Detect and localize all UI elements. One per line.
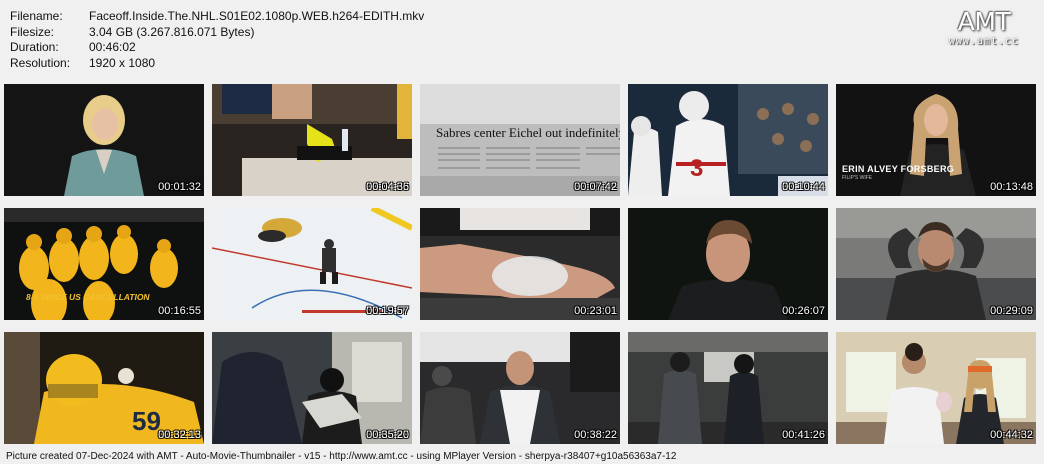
lower-third-name: ERIN ALVEY FORSBERG: [842, 164, 955, 174]
svg-text:59: 59: [132, 406, 161, 436]
frame-predators-player: 59: [4, 332, 204, 444]
resolution-label: Resolution:: [10, 55, 71, 70]
frame-hand-ice: [420, 208, 620, 320]
frame-woman-interview: [4, 84, 204, 196]
frame-ice-goal: [212, 208, 412, 320]
frame-team-celebration: [4, 208, 204, 320]
frame-man-relaxing: [836, 208, 1036, 320]
footer-credit: Picture created 07-Dec-2024 with AMT - A…: [6, 451, 677, 462]
timestamp: 00:38:22: [574, 429, 617, 441]
thumbnail-5[interactable]: ERIN ALVEY FORSBERG FILIP'S WIFE 00:13:4…: [836, 84, 1036, 196]
file-info: Filename: Faceoff.Inside.The.NHL.S01E02.1…: [10, 9, 424, 71]
thumbnail-11[interactable]: 59 00:32:13: [4, 332, 204, 444]
overlay-caption: 8-0 SINCE US CANCELLATION: [26, 292, 150, 302]
frame-taping-stick: [212, 84, 412, 196]
frame-family-home: [836, 332, 1036, 444]
frame-locker-room: [420, 332, 620, 444]
timestamp: 00:16:55: [158, 305, 201, 317]
timestamp: 00:32:13: [158, 429, 201, 441]
thumbnail-13[interactable]: 00:38:22: [420, 332, 620, 444]
frame-man-interview: [628, 208, 828, 320]
logo-title: AMT: [957, 7, 1011, 36]
thumbnail-1[interactable]: 00:01:32: [4, 84, 204, 196]
thumbnail-6[interactable]: 8-0 SINCE US CANCELLATION 00:16:55: [4, 208, 204, 320]
filesize-label: Filesize:: [10, 24, 55, 39]
thumbnail-8[interactable]: 00:23:01: [420, 208, 620, 320]
frame-tunnel-walk: [628, 332, 828, 444]
thumbnail-2[interactable]: 00:04:36: [212, 84, 412, 196]
timestamp: 00:04:36: [366, 181, 409, 193]
filename-label: Filename:: [10, 9, 63, 23]
timestamp: 00:41:26: [782, 429, 825, 441]
thumbnail-9[interactable]: 00:26:07: [628, 208, 828, 320]
thumbnail-12[interactable]: 00:35:20: [212, 332, 412, 444]
timestamp: 00:10:44: [782, 181, 825, 193]
newspaper-headline: Sabres center Eichel out indefinitely: [436, 125, 620, 140]
logo-url: www.amt.cc: [948, 36, 1020, 47]
timestamp: 00:01:32: [158, 181, 201, 193]
thumbnail-14[interactable]: 00:41:26: [628, 332, 828, 444]
frame-signing-photo: [212, 332, 412, 444]
duration-value: 00:46:02: [89, 40, 136, 54]
timestamp: 00:13:48: [990, 181, 1033, 193]
thumbnail-10[interactable]: 00:29:09: [836, 208, 1036, 320]
timestamp: 00:44:32: [990, 429, 1033, 441]
thumbnail-4[interactable]: 3 00:10:44: [628, 84, 828, 196]
filename-value: Faceoff.Inside.The.NHL.S01E02.1080p.WEB.…: [89, 9, 425, 23]
filesize-value: 3.04 GB (3.267.816.071 Bytes): [89, 24, 255, 39]
frame-hockey-bench: 3: [628, 84, 828, 196]
duration-label: Duration:: [10, 40, 59, 54]
timestamp: 00:35:20: [366, 429, 409, 441]
timestamp: 00:07:42: [574, 181, 617, 193]
thumbnail-7[interactable]: 00:19:57: [212, 208, 412, 320]
thumbnail-grid: 00:01:32 00:04:36 Sabres center Eichel o…: [4, 84, 1036, 444]
timestamp: 00:23:01: [574, 305, 617, 317]
resolution-value: 1920 x 1080: [89, 55, 156, 70]
amt-logo: AMT www.amt.cc: [938, 8, 1030, 48]
timestamp: 00:26:07: [782, 305, 825, 317]
timestamp: 00:29:09: [990, 305, 1033, 317]
svg-text:3: 3: [690, 155, 703, 182]
timestamp: 00:19:57: [366, 305, 409, 317]
thumbnail-15[interactable]: 00:44:32: [836, 332, 1036, 444]
lower-third-subtitle: FILIP'S WIFE: [842, 175, 873, 181]
thumbnail-3[interactable]: Sabres center Eichel out indefinitely 00…: [420, 84, 620, 196]
